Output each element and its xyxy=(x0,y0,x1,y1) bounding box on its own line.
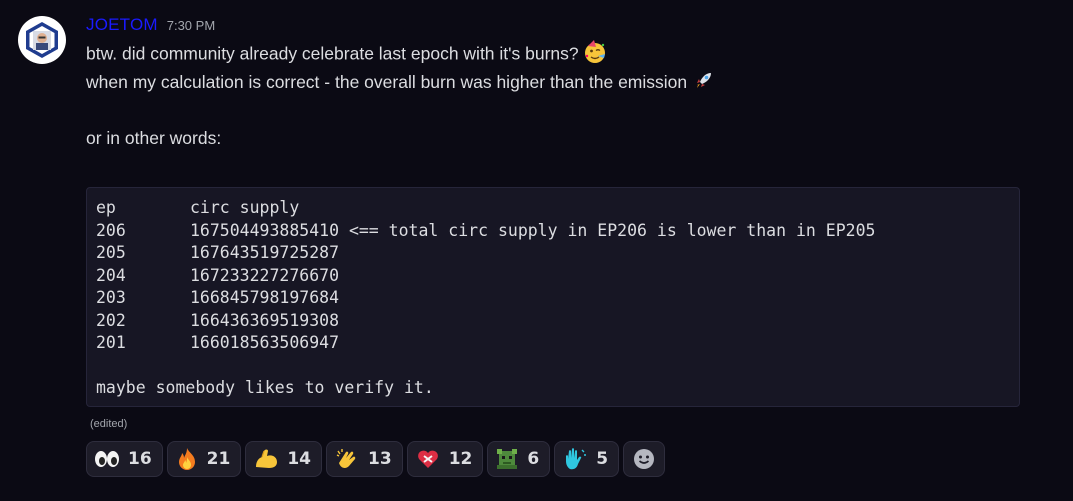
edited-label: (edited) xyxy=(90,418,128,430)
code-ep: 206 xyxy=(96,220,126,240)
avatar-hexagon-icon xyxy=(26,22,58,58)
code-ep: 202 xyxy=(96,310,126,330)
rocket-icon xyxy=(694,70,714,96)
user-avatar[interactable] xyxy=(18,16,66,64)
reaction-muscle[interactable]: 14 xyxy=(245,441,323,477)
reaction-count: 13 xyxy=(368,449,392,469)
reaction-count: 12 xyxy=(448,449,473,469)
message-header: JOETOM 7:30 PM xyxy=(86,15,215,35)
code-ep: 203 xyxy=(96,288,126,307)
fire-icon xyxy=(175,447,199,471)
reaction-count: 21 xyxy=(206,449,231,469)
username[interactable]: JOETOM xyxy=(86,15,158,35)
reaction-clap[interactable]: 13 xyxy=(326,441,403,477)
code-footer: maybe somebody likes to verify it. xyxy=(96,378,434,397)
code-row: 202 166436369519308 xyxy=(96,310,339,332)
code-ep-header: ep xyxy=(96,198,116,217)
code-row: 204 167233227276670 xyxy=(96,265,339,287)
code-row: 203 166845798197684 xyxy=(96,287,339,309)
code-value-header: circ supply xyxy=(190,198,300,217)
reaction-eyes[interactable]: 16 xyxy=(86,441,163,477)
message-line-1: btw. did community already celebrate las… xyxy=(86,40,607,70)
add-reaction-button[interactable] xyxy=(623,441,666,477)
code-block: ep circ supply 206 167504493885410 <== tot… xyxy=(86,187,1020,407)
waving-hand-icon xyxy=(562,447,588,471)
code-value: 167643519725287 xyxy=(190,243,340,262)
reaction-heart[interactable]: 12 xyxy=(406,441,484,477)
partying-face-icon xyxy=(583,40,607,70)
timestamp[interactable]: 7:30 PM xyxy=(167,18,215,33)
code-value: 166436369519308 xyxy=(190,310,340,330)
eyes-icon xyxy=(94,448,120,470)
code-row: 206 167504493885410 <== total circ supply… xyxy=(96,220,875,242)
reaction-count: 6 xyxy=(527,449,540,469)
message-text: when my calculation is correct - the ove… xyxy=(86,72,688,92)
flexed-biceps-icon xyxy=(253,447,279,471)
code-row: 205 167643519725287 xyxy=(96,242,339,264)
reactions-bar: 16 21 14 13 12 6 5 xyxy=(86,441,666,477)
clapping-hands-icon xyxy=(334,447,360,471)
code-value: 166845798197684 xyxy=(190,288,340,307)
code-value: 167233227276670 xyxy=(190,265,340,285)
code-ep: 205 xyxy=(96,243,126,262)
code-header-row: ep circ supply xyxy=(96,197,299,219)
reaction-count: 5 xyxy=(596,449,609,469)
message-text: btw. did community already celebrate las… xyxy=(86,43,579,64)
chat-message: JOETOM 7:30 PM btw. did community alread… xyxy=(0,0,1073,501)
code-value: 167504493885410 <== total circ supply in… xyxy=(190,220,876,240)
reaction-count: 14 xyxy=(287,449,312,469)
reaction-count: 16 xyxy=(128,449,152,469)
reaction-wave[interactable]: 5 xyxy=(554,441,620,477)
message-line-2: when my calculation is correct - the ove… xyxy=(86,70,714,96)
pixel-creature-icon xyxy=(495,447,519,471)
code-ep: 204 xyxy=(96,265,126,285)
code-ep: 201 xyxy=(96,333,126,352)
reaction-creature[interactable]: 6 xyxy=(487,441,551,477)
code-row: 201 166018563506947 xyxy=(96,332,339,354)
message-line-3: or in other words: xyxy=(86,128,222,148)
smiley-add-icon xyxy=(633,448,655,470)
code-value: 166018563506947 xyxy=(190,333,340,352)
reaction-fire[interactable]: 21 xyxy=(166,441,242,477)
mending-heart-icon xyxy=(415,447,441,471)
